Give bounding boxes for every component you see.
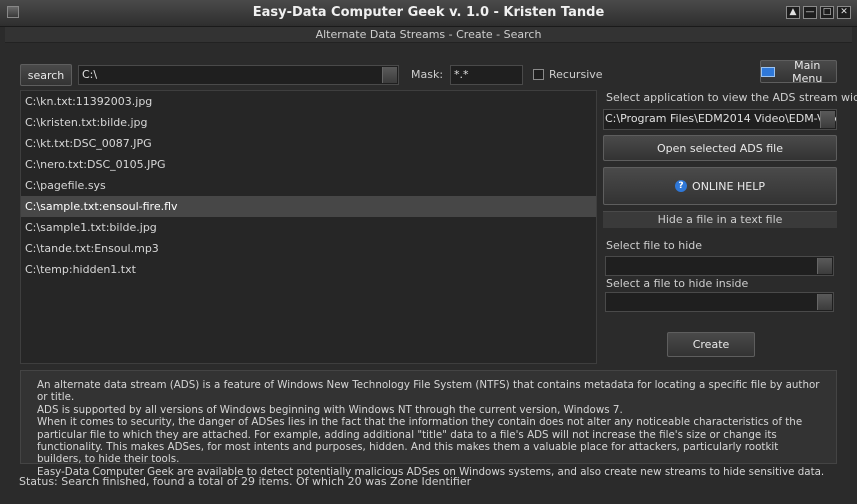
file-list[interactable]: C:\kn.txt:11392003.jpg C:\kristen.txt:bi…	[20, 90, 597, 364]
mask-label: Mask:	[411, 68, 444, 81]
status-bar-text: Status: Search finished, found a total o…	[19, 475, 472, 488]
list-item[interactable]: C:\pagefile.sys	[21, 175, 596, 196]
online-help-button[interactable]: ? ONLINE HELP	[603, 167, 837, 205]
recursive-checkbox[interactable]	[533, 69, 544, 80]
create-button[interactable]: Create	[667, 332, 755, 357]
hide-inside-input[interactable]	[605, 292, 834, 312]
list-item[interactable]: C:\tande.txt:Ensoul.mp3	[21, 238, 596, 259]
search-path-value: C:\	[82, 68, 98, 81]
file-to-hide-browse[interactable]	[817, 258, 832, 274]
page-subtitle: Alternate Data Streams - Create - Search	[5, 27, 852, 43]
description-paragraph: ADS is supported by all versions of Wind…	[37, 403, 623, 416]
list-item[interactable]: C:\kt.txt:DSC_0087.JPG	[21, 133, 596, 154]
window-title: Easy-Data Computer Geek v. 1.0 - Kristen…	[252, 5, 605, 20]
title-bar: Easy-Data Computer Geek v. 1.0 - Kristen…	[0, 0, 857, 27]
search-button[interactable]: search	[20, 64, 72, 86]
minimize-button[interactable]: —	[803, 6, 817, 19]
maximize-button[interactable]: □	[820, 6, 834, 19]
list-item-selected[interactable]: C:\sample.txt:ensoul-fire.flv	[21, 196, 596, 217]
main-menu-icon	[761, 66, 775, 77]
main-menu-label: Main Menu	[792, 58, 823, 85]
file-to-hide-label: Select file to hide	[606, 239, 702, 252]
viewer-app-label: Select application to view the ADS strea…	[606, 91, 857, 104]
close-button[interactable]: ✕	[837, 6, 851, 19]
viewer-app-input[interactable]: C:\Program Files\EDM2014 Video\EDM-Video	[603, 109, 837, 130]
list-item[interactable]: C:\temp:hidden1.txt	[21, 259, 596, 280]
list-item[interactable]: C:\kristen.txt:bilde.jpg	[21, 112, 596, 133]
hide-inside-browse[interactable]	[817, 294, 832, 310]
browse-path-handle[interactable]	[382, 67, 397, 83]
hide-file-header: Hide a file in a text file	[603, 211, 837, 228]
mask-input[interactable]: *.*	[450, 65, 523, 85]
list-item[interactable]: C:\kn.txt:11392003.jpg	[21, 91, 596, 112]
file-to-hide-input[interactable]	[605, 256, 834, 276]
viewer-app-browse[interactable]	[820, 111, 835, 128]
list-item[interactable]: C:\nero.txt:DSC_0105.JPG	[21, 154, 596, 175]
description-paragraph: When it comes to security, the danger of…	[37, 416, 803, 466]
viewer-app-path: C:\Program Files\EDM2014 Video\EDM-Video	[605, 112, 837, 125]
main-menu-button[interactable]: Main Menu	[760, 58, 837, 85]
recursive-label: Recursive	[549, 68, 603, 81]
search-path-input[interactable]: C:\	[78, 65, 399, 85]
list-item[interactable]: C:\sample1.txt:bilde.jpg	[21, 217, 596, 238]
minimize-icon[interactable]: ▲	[786, 6, 800, 19]
ads-description: An alternate data stream (ADS) is a feat…	[20, 370, 837, 478]
help-icon: ?	[675, 180, 688, 192]
mask-value: *.*	[454, 68, 469, 81]
open-ads-button[interactable]: Open selected ADS file	[603, 135, 837, 161]
hide-inside-label: Select a file to hide inside	[606, 277, 749, 290]
online-help-label: ONLINE HELP	[692, 179, 765, 193]
description-paragraph: An alternate data stream (ADS) is a feat…	[37, 379, 820, 404]
